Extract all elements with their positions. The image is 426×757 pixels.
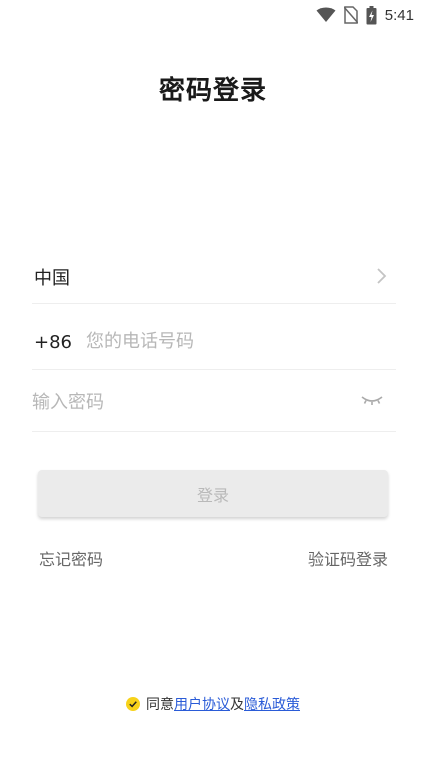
chevron-right-icon (377, 268, 387, 284)
agreement-and: 及 (230, 697, 244, 713)
phone-row: +86 (32, 310, 396, 370)
sms-login-link[interactable]: 验证码登录 (308, 546, 388, 570)
agreement: 同意 用户协议 及 隐私政策 (0, 694, 426, 714)
eye-closed-icon[interactable] (360, 390, 384, 410)
battery-charging-icon (366, 5, 377, 24)
forgot-password-link[interactable]: 忘记密码 (39, 546, 103, 570)
password-input[interactable] (32, 384, 342, 420)
login-button[interactable]: 登录 (38, 470, 388, 517)
privacy-policy-link[interactable]: 隐私政策 (244, 694, 300, 714)
status-time: 5:41 (384, 6, 414, 24)
no-sim-icon (343, 6, 358, 24)
country-selector[interactable]: 中国 (32, 248, 396, 304)
status-icons: 5:41 (316, 4, 414, 26)
agreement-prefix: 同意 (146, 697, 174, 713)
user-agreement-link[interactable]: 用户协议 (174, 694, 230, 714)
country-code: +86 (34, 332, 72, 353)
wifi-icon (316, 7, 336, 22)
check-icon[interactable] (126, 697, 140, 711)
page-title: 密码登录 (158, 76, 267, 106)
status-bar: 5:41 (0, 0, 426, 30)
password-row (32, 372, 396, 432)
phone-input[interactable] (86, 324, 386, 358)
country-label: 中国 (34, 268, 70, 289)
